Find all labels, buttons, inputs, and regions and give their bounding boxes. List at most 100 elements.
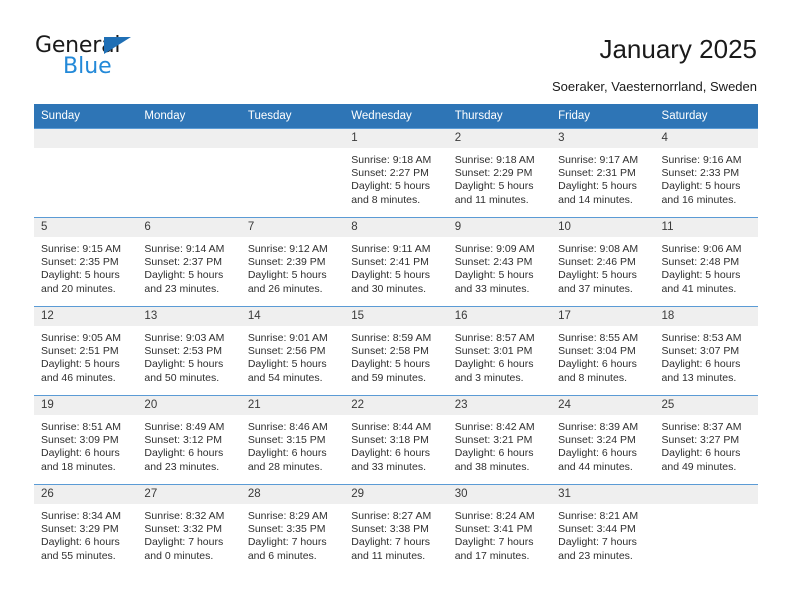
day-number: 1 (344, 129, 448, 148)
sunset-time: Sunset: 3:15 PM (247, 434, 326, 447)
daylight-duration: Daylight: 7 hours (351, 536, 431, 549)
brand-logo[interactable]: General Blue (35, 33, 235, 85)
calendar-day-cell[interactable]: 6 Sunrise: 9:14 AM Sunset: 2:37 PM Daylight… (137, 217, 241, 307)
calendar-day-cell[interactable]: 3 Sunrise: 9:17 AM Sunset: 2:31 PM Daylight… (551, 128, 655, 218)
calendar-day-cell[interactable]: 25 Sunrise: 8:37 AM Sunset: 3:27 PM Dayligh… (654, 395, 758, 485)
day-details (655, 504, 758, 510)
daylight-duration: and 23 minutes. (558, 549, 633, 562)
calendar-day-cell[interactable]: 16 Sunrise: 8:57 AM Sunset: 3:01 PM Dayligh… (447, 306, 552, 396)
calendar-day-cell[interactable]: 20 Sunrise: 8:49 AM Sunset: 3:12 PM Dayligh… (137, 395, 241, 485)
calendar-day-cell[interactable]: 28 Sunrise: 8:29 AM Sunset: 3:35 PM Dayligh… (240, 484, 345, 573)
day-details: Sunrise: 9:15 AM Sunset: 2:35 PM Daylight:… (34, 237, 137, 296)
day-number: 13 (137, 307, 241, 326)
daylight-duration: Daylight: 6 hours (41, 447, 120, 460)
calendar-day-cell[interactable]: 7 Sunrise: 9:12 AM Sunset: 2:39 PM Daylight… (240, 217, 345, 307)
day-details (241, 148, 344, 154)
calendar-day-cell[interactable]: 14 Sunrise: 9:01 AM Sunset: 2:56 PM Dayligh… (240, 306, 345, 396)
calendar-day-cell[interactable]: 8 Sunrise: 9:11 AM Sunset: 2:41 PM Daylight… (344, 217, 448, 307)
calendar-day-cell[interactable]: 19 Sunrise: 8:51 AM Sunset: 3:09 PM Dayligh… (34, 395, 138, 485)
daylight-duration: and 11 minutes. (351, 549, 426, 562)
day-number (240, 129, 345, 148)
calendar-day-cell[interactable]: 1 Sunrise: 9:18 AM Sunset: 2:27 PM Daylight… (344, 128, 448, 218)
calendar-day-cell[interactable]: 4 Sunrise: 9:16 AM Sunset: 2:33 PM Daylight… (654, 128, 758, 218)
sunrise-time: Sunrise: 8:55 AM (558, 332, 639, 344)
daylight-duration: and 49 minutes. (661, 460, 737, 473)
day-details: Sunrise: 8:51 AM Sunset: 3:09 PM Daylight:… (34, 415, 137, 474)
sunset-time: Sunset: 3:09 PM (41, 434, 119, 447)
calendar-day-cell[interactable]: 27 Sunrise: 8:32 AM Sunset: 3:32 PM Dayligh… (137, 484, 241, 573)
calendar-header-row: Sunday Monday Tuesday Wednesday Thursday Frid… (34, 104, 758, 129)
daylight-duration: Daylight: 5 hours (144, 269, 224, 282)
day-number: 24 (551, 396, 655, 415)
calendar-week-row: 5 Sunrise: 9:15 AM Sunset: 2:35 PM Daylight… (34, 217, 758, 307)
sunset-time: Sunset: 3:27 PM (661, 434, 740, 447)
day-number: 28 (240, 485, 345, 504)
daylight-duration: Daylight: 5 hours (661, 180, 741, 193)
weekday-header-tuesday: Tuesday (240, 104, 345, 129)
daylight-duration: Daylight: 6 hours (247, 447, 327, 460)
calendar-week-row: 26 Sunrise: 8:34 AM Sunset: 3:29 PM Dayligh… (34, 484, 758, 573)
day-details: Sunrise: 8:39 AM Sunset: 3:24 PM Daylight:… (551, 415, 654, 474)
day-number: 19 (34, 396, 138, 415)
calendar-day-cell[interactable]: 11 Sunrise: 9:06 AM Sunset: 2:48 PM Dayligh… (654, 217, 758, 307)
calendar-day-cell[interactable]: 9 Sunrise: 9:09 AM Sunset: 2:43 PM Daylight… (447, 217, 552, 307)
sunset-time: Sunset: 2:35 PM (41, 256, 119, 269)
day-details: Sunrise: 8:24 AM Sunset: 3:41 PM Daylight:… (448, 504, 551, 563)
calendar-day-cell[interactable]: 29 Sunrise: 8:27 AM Sunset: 3:38 PM Dayligh… (344, 484, 448, 573)
day-number: 2 (447, 129, 552, 148)
daylight-duration: and 30 minutes. (351, 282, 426, 295)
calendar-day-cell[interactable]: 5 Sunrise: 9:15 AM Sunset: 2:35 PM Daylight… (34, 217, 138, 307)
day-number: 20 (137, 396, 241, 415)
calendar-day-cell[interactable]: 23 Sunrise: 8:42 AM Sunset: 3:21 PM Dayligh… (447, 395, 552, 485)
calendar-day-cell[interactable]: 21 Sunrise: 8:46 AM Sunset: 3:15 PM Dayligh… (240, 395, 345, 485)
day-details: Sunrise: 9:01 AM Sunset: 2:56 PM Daylight:… (241, 326, 344, 385)
calendar-body: 1 Sunrise: 9:18 AM Sunset: 2:27 PM Daylight… (34, 128, 758, 573)
calendar-empty-cell (34, 128, 138, 218)
sunrise-time: Sunrise: 9:14 AM (144, 243, 225, 255)
calendar-day-cell[interactable]: 31 Sunrise: 8:21 AM Sunset: 3:44 PM Dayligh… (551, 484, 655, 573)
day-number: 12 (34, 307, 138, 326)
daylight-duration: and 6 minutes. (247, 549, 317, 562)
daylight-duration: Daylight: 6 hours (351, 447, 431, 460)
day-details: Sunrise: 8:32 AM Sunset: 3:32 PM Daylight:… (137, 504, 240, 563)
daylight-duration: Daylight: 5 hours (351, 180, 431, 193)
calendar-day-cell[interactable]: 10 Sunrise: 9:08 AM Sunset: 2:46 PM Dayligh… (551, 217, 655, 307)
calendar-day-cell[interactable]: 15 Sunrise: 8:59 AM Sunset: 2:58 PM Dayligh… (344, 306, 448, 396)
calendar-day-cell[interactable]: 24 Sunrise: 8:39 AM Sunset: 3:24 PM Dayligh… (551, 395, 655, 485)
daylight-duration: and 8 minutes. (558, 371, 627, 384)
day-details: Sunrise: 8:42 AM Sunset: 3:21 PM Daylight:… (448, 415, 551, 474)
sunrise-time: Sunrise: 8:37 AM (661, 421, 742, 433)
weekday-header-friday: Friday (551, 104, 655, 129)
daylight-duration: Daylight: 6 hours (454, 358, 534, 371)
sunset-time: Sunset: 2:31 PM (558, 167, 636, 180)
day-details: Sunrise: 9:18 AM Sunset: 2:27 PM Daylight:… (344, 148, 447, 207)
daylight-duration: and 38 minutes. (454, 460, 530, 473)
calendar-day-cell[interactable]: 12 Sunrise: 9:05 AM Sunset: 2:51 PM Dayligh… (34, 306, 138, 396)
sunrise-time: Sunrise: 8:27 AM (351, 510, 432, 522)
daylight-duration: and 41 minutes. (661, 282, 737, 295)
day-details: Sunrise: 8:49 AM Sunset: 3:12 PM Daylight:… (137, 415, 240, 474)
day-number: 5 (34, 218, 138, 237)
calendar-day-cell[interactable]: 17 Sunrise: 8:55 AM Sunset: 3:04 PM Dayligh… (551, 306, 655, 396)
daylight-duration: and 50 minutes. (144, 371, 220, 384)
calendar-day-cell[interactable]: 2 Sunrise: 9:18 AM Sunset: 2:29 PM Daylight… (447, 128, 552, 218)
calendar-day-cell[interactable]: 26 Sunrise: 8:34 AM Sunset: 3:29 PM Dayligh… (34, 484, 138, 573)
daylight-duration: Daylight: 5 hours (454, 269, 534, 282)
sunrise-time: Sunrise: 8:29 AM (247, 510, 328, 522)
calendar-day-cell[interactable]: 22 Sunrise: 8:44 AM Sunset: 3:18 PM Dayligh… (344, 395, 448, 485)
triangle-icon (104, 37, 131, 54)
day-number: 10 (551, 218, 655, 237)
day-details: Sunrise: 9:09 AM Sunset: 2:43 PM Daylight:… (448, 237, 551, 296)
calendar-day-cell[interactable]: 30 Sunrise: 8:24 AM Sunset: 3:41 PM Dayligh… (447, 484, 552, 573)
day-number: 23 (447, 396, 552, 415)
sunset-time: Sunset: 3:32 PM (144, 523, 223, 536)
daylight-duration: and 46 minutes. (41, 371, 116, 384)
calendar-day-cell[interactable]: 13 Sunrise: 9:03 AM Sunset: 2:53 PM Dayligh… (137, 306, 241, 396)
sunrise-time: Sunrise: 8:39 AM (558, 421, 639, 433)
sunset-time: Sunset: 2:29 PM (454, 167, 533, 180)
day-details: Sunrise: 8:53 AM Sunset: 3:07 PM Daylight:… (655, 326, 758, 385)
daylight-duration: Daylight: 6 hours (41, 536, 120, 549)
sunrise-time: Sunrise: 9:18 AM (351, 154, 432, 166)
calendar-day-cell[interactable]: 18 Sunrise: 8:53 AM Sunset: 3:07 PM Dayligh… (654, 306, 758, 396)
daylight-duration: Daylight: 5 hours (351, 269, 431, 282)
